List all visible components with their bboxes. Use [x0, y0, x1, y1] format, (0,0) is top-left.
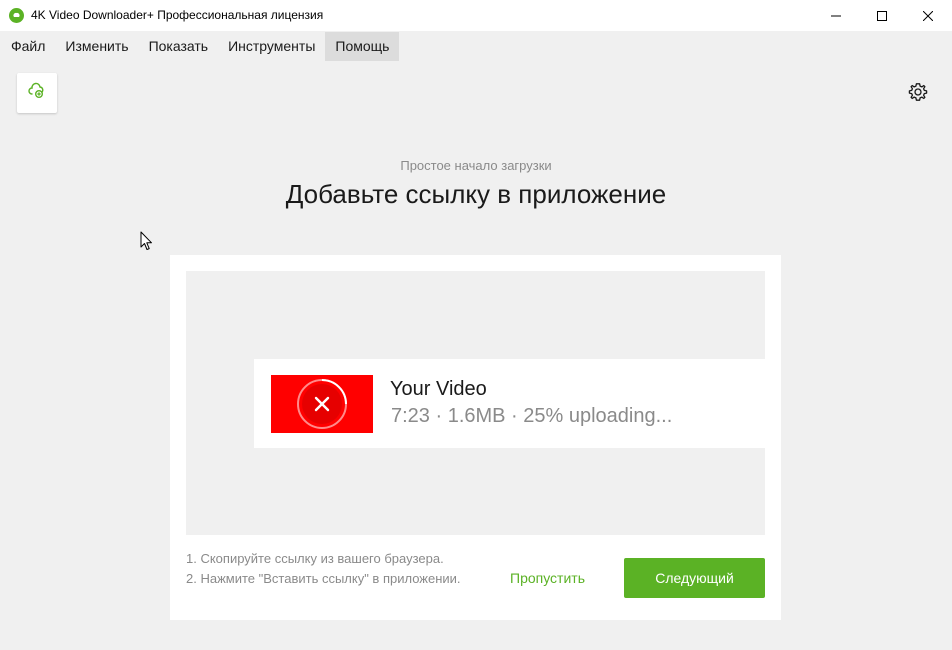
- maximize-icon[interactable]: [859, 0, 905, 31]
- step-1: 1. Скопируйте ссылку из вашего браузера.: [186, 551, 444, 566]
- next-button[interactable]: Следующий: [624, 558, 765, 598]
- demo-video-item: Your Video 7:23 · 1.6MB · 25% uploading.…: [254, 359, 765, 448]
- video-thumbnail: [271, 375, 373, 433]
- menu-edit[interactable]: Изменить: [55, 32, 138, 61]
- menu-file[interactable]: Файл: [1, 32, 55, 61]
- menu-view[interactable]: Показать: [139, 32, 219, 61]
- onboarding-subtitle: Простое начало загрузки: [400, 158, 552, 173]
- gear-icon: [908, 82, 928, 107]
- app-logo-icon: [9, 8, 24, 23]
- link-plus-icon: [28, 82, 46, 105]
- menu-bar: Файл Изменить Показать Инструменты Помощ…: [0, 31, 952, 61]
- video-title: Your Video: [390, 378, 487, 400]
- minimize-icon[interactable]: [813, 0, 859, 31]
- instruction-steps: 1. Скопируйте ссылку из вашего браузера.…: [186, 549, 476, 589]
- menu-help[interactable]: Помощь: [325, 31, 400, 61]
- onboarding-headline: Добавьте ссылку в приложение: [285, 179, 667, 209]
- error-x-icon: [297, 379, 347, 429]
- mouse-cursor-icon: [140, 231, 154, 251]
- onboarding-card: Your Video 7:23 · 1.6MB · 25% uploading.…: [170, 255, 781, 620]
- video-meta: 7:23 · 1.6MB · 25% uploading...: [391, 405, 673, 427]
- step-2: 2. Нажмите "Вставить ссылку" в приложени…: [186, 571, 461, 586]
- window-title: 4K Video Downloader+ Профессиональная ли…: [31, 8, 324, 22]
- demo-animation-area: Your Video 7:23 · 1.6MB · 25% uploading.…: [186, 271, 765, 535]
- settings-button[interactable]: [907, 82, 929, 107]
- close-icon[interactable]: [905, 0, 951, 31]
- menu-tools[interactable]: Инструменты: [218, 32, 325, 61]
- paste-link-button[interactable]: [17, 73, 57, 113]
- skip-button[interactable]: Пропустить: [495, 558, 600, 598]
- title-bar: 4K Video Downloader+ Профессиональная ли…: [0, 0, 952, 31]
